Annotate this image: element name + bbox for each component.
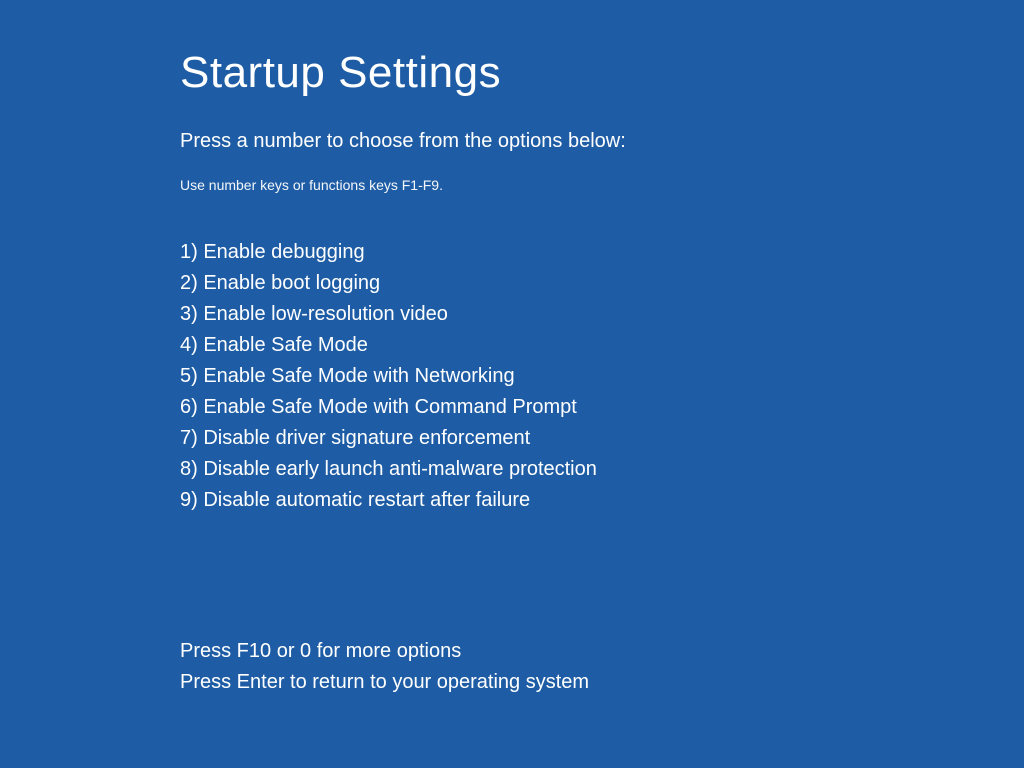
- startup-settings-screen: Startup Settings Press a number to choos…: [0, 0, 1024, 698]
- option-7[interactable]: 7) Disable driver signature enforcement: [180, 423, 1024, 454]
- hint-text: Use number keys or functions keys F1-F9.: [180, 177, 1024, 193]
- page-title: Startup Settings: [180, 48, 1024, 98]
- option-6[interactable]: 6) Enable Safe Mode with Command Prompt: [180, 392, 1024, 423]
- option-8[interactable]: 8) Disable early launch anti-malware pro…: [180, 454, 1024, 485]
- footer-instructions: Press F10 or 0 for more options Press En…: [180, 636, 1024, 698]
- option-5[interactable]: 5) Enable Safe Mode with Networking: [180, 361, 1024, 392]
- option-9[interactable]: 9) Disable automatic restart after failu…: [180, 485, 1024, 516]
- options-list: 1) Enable debugging 2) Enable boot loggi…: [180, 237, 1024, 516]
- option-3[interactable]: 3) Enable low-resolution video: [180, 299, 1024, 330]
- return-text: Press Enter to return to your operating …: [180, 667, 1024, 698]
- option-4[interactable]: 4) Enable Safe Mode: [180, 330, 1024, 361]
- subtitle: Press a number to choose from the option…: [180, 130, 1024, 153]
- more-options-text: Press F10 or 0 for more options: [180, 636, 1024, 667]
- option-2[interactable]: 2) Enable boot logging: [180, 268, 1024, 299]
- option-1[interactable]: 1) Enable debugging: [180, 237, 1024, 268]
